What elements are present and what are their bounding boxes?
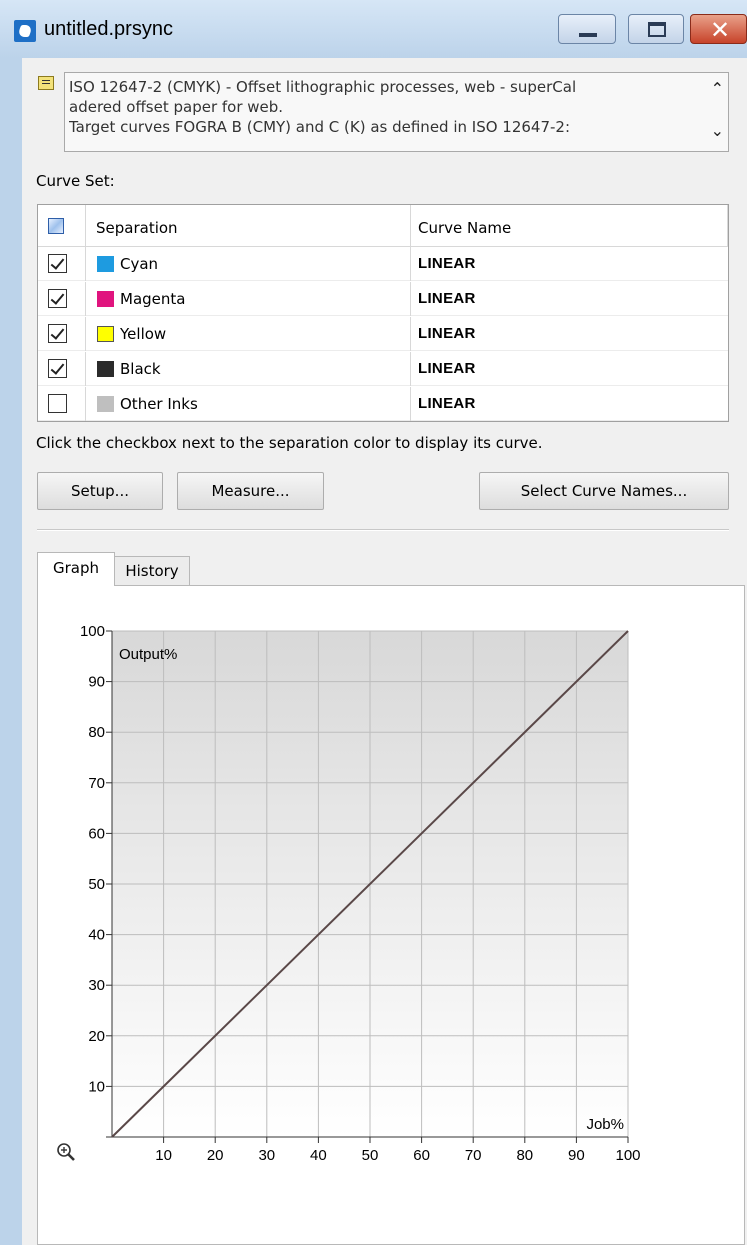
- curve-set-label: Curve Set:: [36, 172, 115, 190]
- curve-name[interactable]: LINEAR: [418, 395, 476, 412]
- table-row[interactable]: Black LINEAR: [38, 352, 728, 386]
- column-divider: [410, 387, 411, 421]
- close-icon: ✕: [710, 16, 731, 44]
- divider-highlight: [37, 530, 729, 531]
- zoom-in-icon-handle: [67, 1153, 75, 1161]
- color-swatch: [97, 326, 114, 342]
- column-divider: [85, 317, 86, 351]
- separation-name: Black: [120, 360, 161, 378]
- y-tick-label: 70: [88, 775, 105, 792]
- separation-checkbox[interactable]: [48, 254, 67, 273]
- description-box[interactable]: ISO 12647-2 (CMYK) - Offset lithographic…: [64, 72, 729, 152]
- select-curve-names-button[interactable]: Select Curve Names...: [479, 472, 729, 510]
- x-tick-label: 20: [207, 1147, 224, 1164]
- curve-set-table: Separation Curve Name Cyan LINEAR Magenta L…: [37, 204, 729, 422]
- y-tick-label: 60: [88, 825, 105, 842]
- maximize-button[interactable]: [628, 14, 684, 44]
- curve-chart: 10 20 30 40 50 60 70 80 90 100 10 20 30 40 50 60 70 80 90 1…: [57, 623, 641, 1164]
- column-divider: [410, 282, 411, 316]
- x-tick-label: 90: [568, 1147, 585, 1164]
- y-tick-label: 20: [88, 1028, 105, 1045]
- x-tick-label: 40: [310, 1147, 327, 1164]
- maximize-icon: [648, 22, 666, 37]
- x-tick-label: 60: [413, 1147, 430, 1164]
- column-divider: [410, 205, 411, 247]
- table-header: Separation Curve Name: [38, 205, 728, 247]
- curve-name[interactable]: LINEAR: [418, 360, 476, 377]
- scroll-down-icon[interactable]: ⌄: [711, 121, 724, 140]
- setup-button[interactable]: Setup...: [37, 472, 163, 510]
- separation-name: Yellow: [120, 325, 167, 343]
- separation-name: Magenta: [120, 290, 186, 308]
- y-tick-label: 40: [88, 927, 105, 944]
- column-divider: [85, 387, 86, 421]
- x-axis-label: Job%: [586, 1116, 624, 1133]
- separation-checkbox[interactable]: [48, 359, 67, 378]
- description-line: ISO 12647-2 (CMYK) - Offset lithographic…: [69, 78, 577, 96]
- table-row[interactable]: Magenta LINEAR: [38, 282, 728, 316]
- curve-name[interactable]: LINEAR: [418, 255, 476, 272]
- note-icon: [38, 76, 54, 90]
- minimize-icon: [579, 33, 597, 37]
- color-swatch: [97, 361, 114, 377]
- color-swatch: [97, 291, 114, 307]
- y-tick-label: 50: [88, 876, 105, 893]
- separation-checkbox[interactable]: [48, 394, 67, 413]
- description-text: ISO 12647-2 (CMYK) - Offset lithographic…: [69, 77, 699, 149]
- column-divider: [85, 282, 86, 316]
- close-button[interactable]: ✕: [690, 14, 747, 44]
- column-header-curve-name[interactable]: Curve Name: [418, 219, 511, 237]
- separation-name: Cyan: [120, 255, 159, 273]
- y-tick-label: 30: [88, 977, 105, 994]
- window-title: untitled.prsync: [44, 18, 173, 40]
- color-swatch: [97, 256, 114, 272]
- column-divider: [410, 317, 411, 351]
- column-divider: [410, 247, 411, 281]
- x-tick-label: 10: [155, 1147, 172, 1164]
- x-tick-label: 100: [615, 1147, 640, 1164]
- hint-text: Click the checkbox next to the separatio…: [36, 434, 543, 452]
- column-divider: [85, 205, 86, 247]
- graph-panel: 10 20 30 40 50 60 70 80 90 100 10 20 30 40 50 60 70 80 90 1…: [37, 585, 745, 1245]
- x-tick-label: 70: [465, 1147, 482, 1164]
- curve-name[interactable]: LINEAR: [418, 325, 476, 342]
- select-all-icon[interactable]: [48, 218, 64, 234]
- y-tick-label: 10: [88, 1078, 105, 1095]
- app-window: untitled.prsync ✕ ISO 12647-2 (CMYK) - O…: [0, 0, 747, 1245]
- minimize-button[interactable]: [558, 14, 616, 44]
- color-swatch: [97, 396, 114, 412]
- separation-checkbox[interactable]: [48, 324, 67, 343]
- y-tick-label: 100: [80, 623, 105, 640]
- tab-history[interactable]: History: [114, 556, 190, 586]
- window-content: ISO 12647-2 (CMYK) - Offset lithographic…: [22, 58, 747, 1245]
- column-header-separation[interactable]: Separation: [96, 219, 178, 237]
- x-tick-label: 80: [516, 1147, 533, 1164]
- table-row[interactable]: Yellow LINEAR: [38, 317, 728, 351]
- table-row[interactable]: Cyan LINEAR: [38, 247, 728, 281]
- app-icon: [14, 20, 36, 42]
- measure-button[interactable]: Measure...: [177, 472, 324, 510]
- column-divider: [727, 205, 728, 247]
- y-tick-label: 80: [88, 724, 105, 741]
- separation-checkbox[interactable]: [48, 289, 67, 308]
- description-line: adered offset paper for web.: [69, 98, 284, 116]
- description-line: Target curves FOGRA B (CMY) and C (K) as…: [69, 118, 571, 136]
- scroll-up-icon[interactable]: ⌃: [711, 79, 724, 98]
- x-tick-label: 30: [258, 1147, 275, 1164]
- x-tick-label: 50: [362, 1147, 379, 1164]
- y-tick-label: 90: [88, 674, 105, 691]
- column-divider: [85, 352, 86, 386]
- y-axis-label: Output%: [119, 646, 177, 663]
- table-row[interactable]: Other Inks LINEAR: [38, 387, 728, 421]
- tab-graph[interactable]: Graph: [37, 552, 115, 586]
- column-divider: [85, 247, 86, 281]
- curve-name[interactable]: LINEAR: [418, 290, 476, 307]
- separation-name: Other Inks: [120, 395, 198, 413]
- title-bar[interactable]: untitled.prsync ✕: [0, 0, 747, 58]
- column-divider: [410, 352, 411, 386]
